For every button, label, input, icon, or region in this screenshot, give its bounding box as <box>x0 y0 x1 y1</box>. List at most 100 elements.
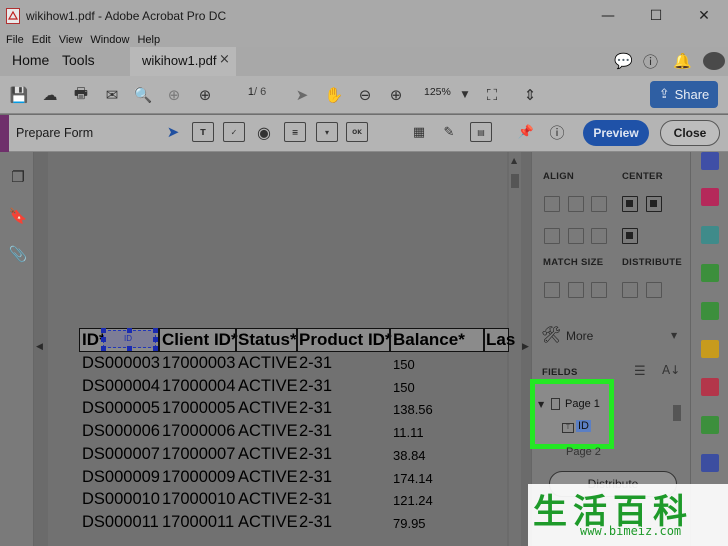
align-top-icon[interactable] <box>544 228 560 244</box>
menu-window[interactable]: Window <box>90 34 129 46</box>
zoom-level-select[interactable]: 125% <box>424 86 451 98</box>
tree-item-page-2[interactable]: Page 2 <box>566 446 601 458</box>
match-height-icon[interactable] <box>568 282 584 298</box>
select-cursor-icon[interactable]: ➤ <box>292 85 312 105</box>
sort-az-icon[interactable]: A↓ <box>662 363 680 377</box>
signature-field-icon[interactable]: ✎ <box>438 122 460 142</box>
dropdown-field-icon[interactable]: ▾ <box>316 122 338 142</box>
resize-handle[interactable] <box>101 328 106 333</box>
pin-icon[interactable]: 📌 <box>515 122 537 142</box>
match-width-icon[interactable] <box>544 282 560 298</box>
notification-bell-icon[interactable]: 🔔 <box>673 52 692 70</box>
tree-item-id-field[interactable]: ID <box>576 420 591 432</box>
tab-home[interactable]: Home <box>12 52 49 68</box>
collapse-left-pane-icon[interactable]: ◀ <box>36 342 43 352</box>
collapse-right-pane-icon[interactable]: ▶ <box>522 342 529 352</box>
print-production-icon[interactable] <box>701 416 719 434</box>
fields-scroll-thumb[interactable] <box>673 405 681 421</box>
radio-button-icon[interactable]: ◉ <box>253 122 275 142</box>
resize-handle[interactable] <box>153 328 158 333</box>
match-both-icon[interactable] <box>591 282 607 298</box>
fill-sign-icon[interactable] <box>701 378 719 396</box>
cell-balance: 150 <box>393 379 415 395</box>
resize-handle[interactable] <box>101 346 106 351</box>
sort-options-icon[interactable]: ☰ <box>634 364 646 379</box>
menu-edit[interactable]: Edit <box>32 34 51 46</box>
select-object-icon[interactable]: ➤ <box>162 122 184 142</box>
comment-tool-icon[interactable] <box>701 340 719 358</box>
date-field-icon[interactable]: ▦ <box>408 122 430 142</box>
page-fit-icon[interactable]: ⛶ <box>482 85 502 105</box>
fields-scrollbar[interactable] <box>672 397 682 457</box>
next-page-icon[interactable]: ⊕ <box>195 85 215 105</box>
button-field-icon[interactable]: OK <box>346 122 368 142</box>
resize-handle[interactable] <box>127 328 132 333</box>
scroll-mode-icon[interactable]: ⇕ <box>520 85 540 105</box>
hand-tool-icon[interactable]: ✋ <box>324 85 344 105</box>
organize-pages-icon[interactable] <box>701 302 719 320</box>
upload-cloud-icon[interactable]: ☁ <box>40 85 60 105</box>
text-field-icon[interactable]: T <box>192 122 214 142</box>
comment-icon[interactable]: 💬 <box>614 52 633 70</box>
list-box-icon[interactable]: ≡ <box>284 122 306 142</box>
page1-expand-chevron-icon[interactable]: ▼ <box>538 400 544 409</box>
center-both-icon[interactable] <box>622 228 638 244</box>
edit-pdf-icon[interactable] <box>701 226 719 244</box>
save-icon[interactable]: 💾 <box>9 85 29 105</box>
resize-handle[interactable] <box>153 337 158 342</box>
scroll-thumb[interactable] <box>511 174 519 188</box>
search-icon[interactable]: 🔍 <box>133 85 153 105</box>
distribute-vertical-icon[interactable] <box>646 282 662 298</box>
close-form-button[interactable]: Close <box>660 120 720 146</box>
checkbox-icon[interactable]: ✓ <box>223 122 245 142</box>
protect-icon[interactable] <box>701 454 719 472</box>
scroll-up-icon[interactable]: ▲ <box>511 156 517 165</box>
avatar[interactable] <box>703 52 725 70</box>
fields-section-label: FIELDS <box>542 367 578 378</box>
resize-handle[interactable] <box>127 346 132 351</box>
align-right-icon[interactable] <box>591 196 607 212</box>
menu-view[interactable]: View <box>59 34 83 46</box>
tools-icon[interactable]: 🛠 <box>541 325 561 344</box>
align-left-icon[interactable] <box>544 196 560 212</box>
share-button[interactable]: ⇪ Share <box>650 81 718 108</box>
tree-item-page-1[interactable]: Page 1 <box>565 398 600 410</box>
tab-close-button[interactable]: × <box>219 52 230 67</box>
resize-handle[interactable] <box>101 337 106 342</box>
bookmark-icon[interactable]: 🔖 <box>9 206 28 226</box>
help-icon[interactable]: ⓘ <box>643 51 658 72</box>
maximize-button[interactable]: ☐ <box>632 0 680 32</box>
barcode-field-icon[interactable]: ▤ <box>470 122 492 142</box>
email-icon[interactable]: ✉ <box>102 85 122 105</box>
align-center-horizontal-icon[interactable] <box>568 196 584 212</box>
minimize-button[interactable]: — <box>584 0 632 32</box>
more-menu-label[interactable]: More <box>566 329 593 343</box>
combine-files-icon[interactable] <box>701 264 719 282</box>
align-bottom-icon[interactable] <box>591 228 607 244</box>
export-pdf-icon[interactable] <box>701 152 719 170</box>
tab-tools[interactable]: Tools <box>62 52 95 68</box>
align-middle-icon[interactable] <box>568 228 584 244</box>
create-pdf-icon[interactable] <box>701 188 719 206</box>
print-icon[interactable]: 🖶 <box>71 84 91 105</box>
cell-id: DS000003 <box>82 354 160 372</box>
page-number-input[interactable]: 1 <box>229 86 254 104</box>
center-horizontal-icon[interactable] <box>622 196 638 212</box>
menu-file[interactable]: File <box>6 34 24 46</box>
resize-handle[interactable] <box>153 346 158 351</box>
page-thumbnails-icon[interactable]: ❐ <box>9 167 27 187</box>
distribute-horizontal-icon[interactable] <box>622 282 638 298</box>
zoom-out-icon[interactable]: ⊖ <box>355 85 375 105</box>
attachment-icon[interactable]: 📎 <box>9 244 28 264</box>
close-window-button[interactable]: ✕ <box>680 0 728 32</box>
more-chevron-icon[interactable]: ▼ <box>671 331 677 340</box>
align-section-label: ALIGN <box>543 171 575 182</box>
zoom-dropdown-chevron-icon[interactable]: ▼ <box>455 85 475 105</box>
previous-page-icon[interactable]: ⊕ <box>164 85 184 105</box>
cell-status: ACTIVE <box>238 512 298 531</box>
preview-button[interactable]: Preview <box>583 120 649 146</box>
form-help-icon[interactable]: ⓘ <box>546 122 568 142</box>
zoom-in-icon[interactable]: ⊕ <box>386 85 406 105</box>
center-vertical-icon[interactable] <box>646 196 662 212</box>
menu-help[interactable]: Help <box>137 34 160 46</box>
